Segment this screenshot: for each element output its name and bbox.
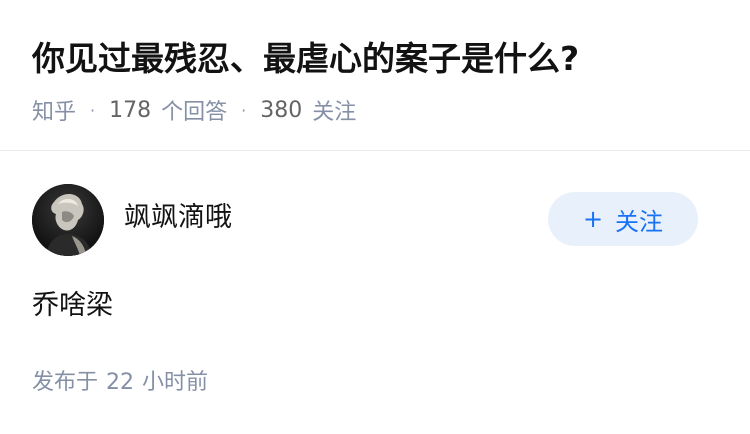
separator-dot: ·	[241, 100, 247, 120]
question-meta: 知乎 · 178 个回答 · 380 关注	[32, 94, 356, 126]
source-label[interactable]: 知乎	[32, 94, 76, 126]
divider	[0, 150, 750, 151]
answer-count-label: 个回答	[161, 100, 228, 125]
separator-dot: ·	[90, 100, 96, 120]
answer-content[interactable]: 乔啥梁	[32, 286, 113, 326]
publish-number: 22	[106, 370, 135, 395]
question-title[interactable]: 你见过最残忍、最虐心的案子是什么?	[32, 36, 579, 82]
follower-count-label: 关注	[312, 100, 357, 125]
author-name[interactable]: 飒飒滴哦	[124, 198, 232, 238]
author-avatar[interactable]	[32, 184, 104, 256]
avatar-image	[32, 184, 104, 256]
publish-prefix: 发布于	[32, 370, 99, 395]
answer-count: 178	[109, 97, 152, 123]
follow-button-label: 关注	[615, 207, 664, 236]
follow-button[interactable]: + 关注	[548, 192, 698, 246]
publish-time: 发布于 22 小时前	[32, 366, 208, 400]
plus-icon: +	[582, 205, 604, 233]
publish-suffix: 小时前	[142, 370, 209, 395]
follower-count: 380	[260, 97, 303, 123]
